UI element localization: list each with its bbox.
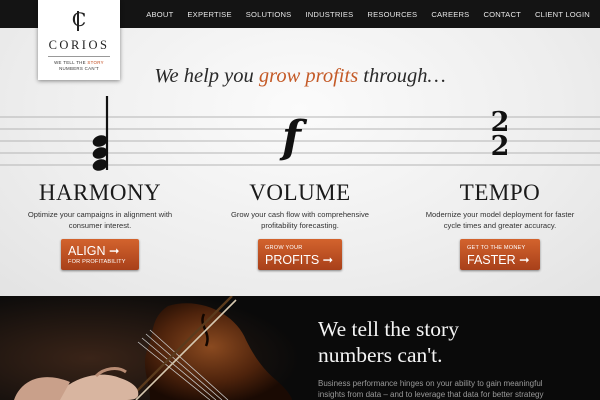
pillar-description: Optimize your campaigns in alignment wit… bbox=[27, 210, 173, 230]
logo-divider bbox=[48, 56, 110, 57]
nav-contact[interactable]: CONTACT bbox=[483, 10, 521, 19]
grow-your-profits-button[interactable]: GROW YOUR PROFITS ➞ bbox=[258, 239, 342, 270]
logo-mark-icon: C bbox=[71, 9, 87, 31]
pillar-title: HARMONY bbox=[38, 180, 162, 205]
nav-careers[interactable]: CAREERS bbox=[431, 10, 469, 19]
corios-logo[interactable]: C CORIOS WE TELL THE STORY NUMBERS CAN'T bbox=[38, 0, 120, 80]
nav-solutions[interactable]: SOLUTIONS bbox=[246, 10, 292, 19]
story-description: Business performance hinges on your abil… bbox=[318, 379, 544, 399]
nav-resources[interactable]: RESOURCES bbox=[367, 10, 417, 19]
time-signature-icon: 22 bbox=[490, 107, 510, 162]
violin-photo bbox=[0, 296, 300, 400]
nav-about[interactable]: ABOUT bbox=[146, 10, 173, 19]
pillar-description: Grow your cash flow with comprehensive p… bbox=[230, 210, 369, 230]
main-nav: ABOUT EXPERTISE SOLUTIONS INDUSTRIES RES… bbox=[146, 0, 590, 28]
nav-client-login[interactable]: CLIENT LOGIN bbox=[535, 10, 590, 19]
forte-icon: f bbox=[282, 112, 301, 163]
story-title: We tell the story numbers can't. bbox=[318, 317, 459, 367]
logo-tagline: WE TELL THE STORY NUMBERS CAN'T bbox=[54, 60, 104, 71]
nav-expertise[interactable]: EXPERTISE bbox=[187, 10, 231, 19]
story-section: We tell the story numbers can't. Business… bbox=[0, 296, 600, 400]
pillar-description: Modernize your model deployment for fast… bbox=[425, 210, 575, 230]
get-to-the-money-faster-button[interactable]: GET TO THE MONEY FASTER ➞ bbox=[460, 239, 540, 270]
pillar-title: VOLUME bbox=[249, 180, 351, 205]
nav-industries[interactable]: INDUSTRIES bbox=[305, 10, 353, 19]
pillar-title: TEMPO bbox=[459, 180, 541, 205]
logo-wordmark: CORIOS bbox=[48, 38, 110, 52]
align-for-profitability-button[interactable]: ALIGN ➞ FOR PROFITABILITY bbox=[61, 239, 139, 270]
